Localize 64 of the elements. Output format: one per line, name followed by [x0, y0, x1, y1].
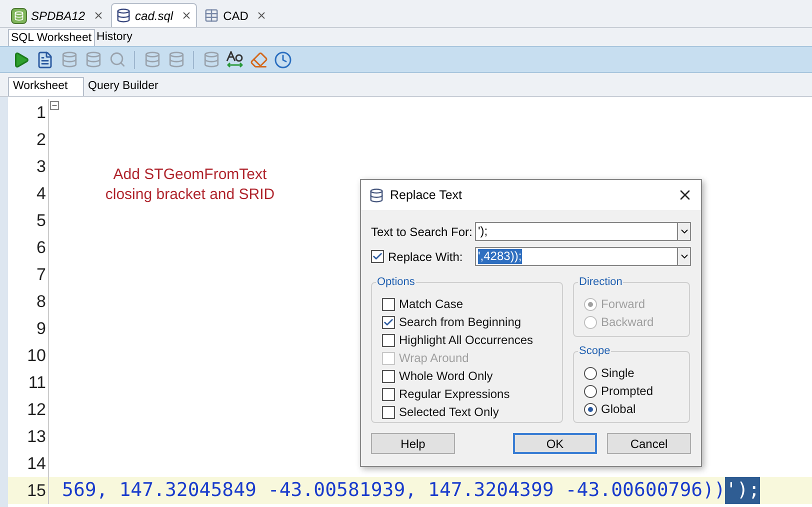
- line-number: 11: [27, 372, 47, 394]
- line-number: 9: [36, 318, 47, 340]
- radio-button[interactable]: [584, 402, 597, 416]
- line-number: 3: [36, 156, 47, 178]
- close-icon[interactable]: [256, 10, 268, 21]
- history-tab[interactable]: History: [94, 29, 134, 46]
- option-label: Whole Word Only: [399, 368, 493, 385]
- group-title: Options: [376, 275, 416, 289]
- search-combo-box[interactable]: ');: [475, 222, 691, 241]
- code-line: 569, 147.32045849 -43.00581939, 147.3204399 -43.00600796)): [61, 478, 726, 504]
- radio-label: Prompted: [601, 383, 654, 400]
- dialog-button[interactable]: OK: [513, 433, 597, 454]
- line-number: 13: [26, 426, 47, 448]
- text-case-button[interactable]: [224, 48, 246, 70]
- editor-mode-tab[interactable]: Worksheet: [8, 77, 84, 96]
- editor-mode-tab[interactable]: Query Builder: [84, 77, 162, 96]
- line-number: 12: [26, 398, 47, 421]
- line-number: 15: [26, 480, 47, 502]
- dialog-title: Replace Text: [390, 186, 464, 204]
- sql-file-icon: [11, 8, 27, 24]
- checkbox[interactable]: [382, 370, 395, 382]
- line-number: 5: [36, 210, 47, 232]
- option-label: Search from Beginning: [399, 314, 522, 331]
- dialog-button[interactable]: Cancel: [607, 433, 691, 454]
- checkbox[interactable]: [382, 298, 395, 310]
- editor-tab[interactable]: cad.sql: [111, 3, 198, 27]
- replace-combo-box[interactable]: ',4283));: [475, 247, 691, 266]
- option-label: Wrap Around: [399, 350, 469, 367]
- fold-icon[interactable]: [50, 101, 59, 110]
- radio-button[interactable]: [584, 384, 597, 398]
- line-number: 2: [36, 128, 47, 151]
- line-number: 7: [36, 264, 47, 286]
- radio-label: Backward: [601, 314, 654, 331]
- option-label: Regular Expressions: [399, 386, 510, 403]
- line-number: 4: [36, 182, 47, 205]
- line-number: 6: [36, 236, 47, 259]
- option-label: Highlight All Occurrences: [399, 332, 534, 349]
- dialog-button[interactable]: Help: [371, 433, 455, 454]
- line-number: 8: [36, 290, 47, 313]
- database-icon: [116, 8, 132, 23]
- radio-label: Forward: [601, 296, 646, 313]
- field-label: Text to Search For:: [371, 224, 469, 240]
- radio-button[interactable]: [584, 366, 597, 380]
- annotation-text: Add STGeomFromText closing bracket and SRID: [104, 165, 276, 205]
- line-number: 1: [36, 102, 47, 124]
- table-icon: [204, 8, 220, 23]
- checkbox[interactable]: [371, 250, 384, 263]
- close-icon[interactable]: [181, 10, 192, 21]
- selected-code: ');: [725, 477, 760, 504]
- close-icon[interactable]: [93, 10, 104, 21]
- checkbox[interactable]: [382, 388, 395, 400]
- option-label: Selected Text Only: [399, 404, 499, 421]
- sql-worksheet-tab[interactable]: SQL Worksheet: [8, 29, 95, 46]
- field-label: Replace With:: [388, 248, 463, 266]
- option-label: Match Case: [399, 296, 464, 313]
- line-number: 10: [26, 344, 47, 367]
- checkbox[interactable]: [382, 316, 395, 328]
- radio-label: Global: [601, 401, 636, 418]
- checkbox[interactable]: [382, 406, 395, 418]
- group-title: Scope: [578, 344, 612, 358]
- radio-label: Single: [601, 365, 634, 382]
- line-number: 14: [26, 452, 47, 475]
- checkbox[interactable]: [382, 334, 395, 346]
- database-icon: [369, 188, 384, 202]
